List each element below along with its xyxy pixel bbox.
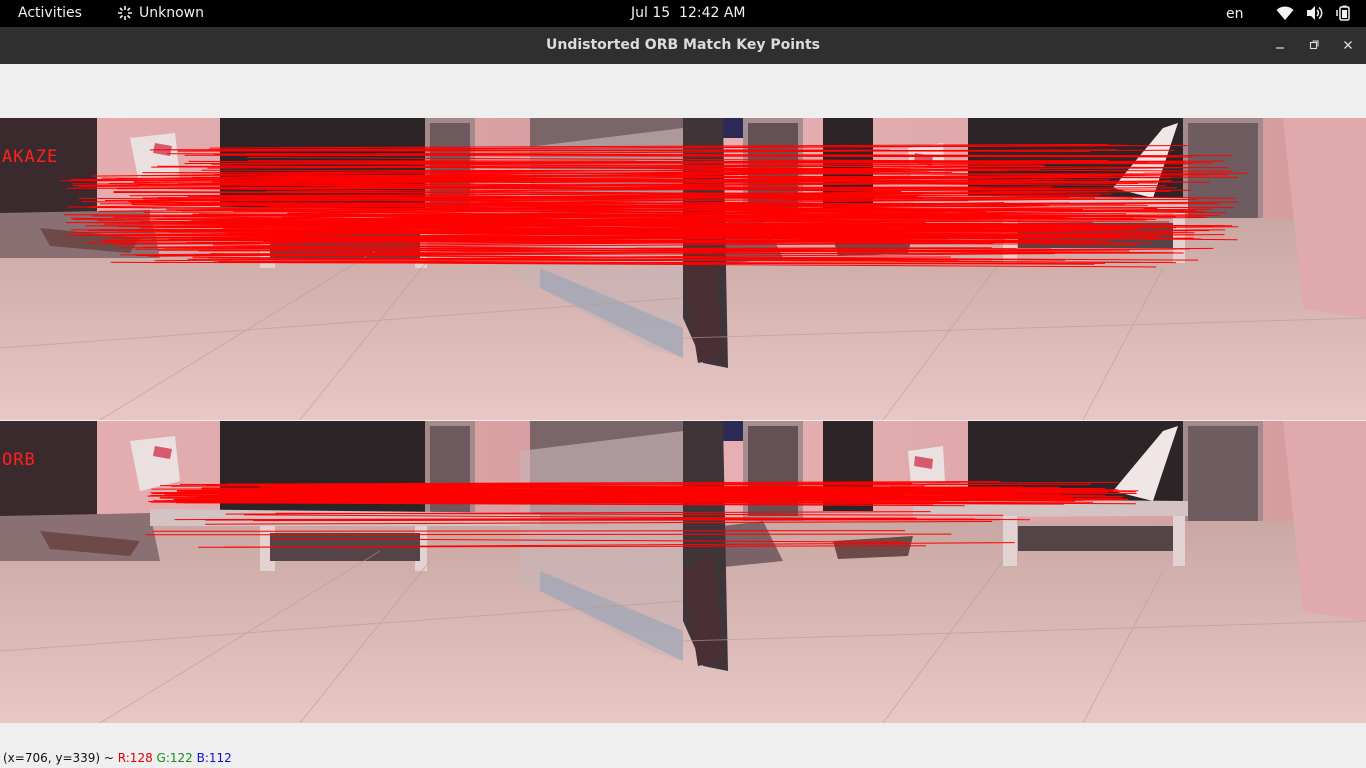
minimize-button[interactable] [1271,36,1289,54]
battery-icon [1336,5,1352,21]
maximize-icon [1309,40,1319,50]
cursor-coords: (x=706, y=339) ~ [3,751,118,765]
app-menu[interactable]: Unknown [117,5,204,21]
blue-value: B:112 [196,751,232,765]
minimize-icon [1276,47,1284,49]
app-icon [117,5,133,21]
window-title: Undistorted ORB Match Key Points [546,37,820,53]
red-value: R:128 [117,751,153,765]
language-indicator[interactable]: en [1226,6,1244,22]
volume-icon [1306,5,1324,21]
orb-label: ORB [2,450,36,470]
activities-button[interactable]: Activities [18,5,82,21]
akaze-label: AKAZE [2,147,59,167]
top-bar: Activities Unknown Jul 15 12:42 AM en [0,0,1366,27]
maximize-button[interactable] [1305,36,1323,54]
wifi-icon [1276,5,1294,21]
green-value: G:122 [156,751,193,765]
clock[interactable]: Jul 15 12:42 AM [631,5,746,21]
close-button[interactable] [1339,36,1357,54]
akaze-right-frame [683,118,1366,420]
akaze-left-frame [0,118,683,420]
orb-right-frame [683,421,1366,723]
app-name: Unknown [139,5,204,21]
orb-left-frame [0,421,683,723]
close-icon [1344,41,1352,49]
pixel-info-statusbar: (x=706, y=339) ~ R:128 G:122 B:112 [3,751,232,765]
match-image[interactable]: AKAZE ORB [0,118,1366,723]
system-tray[interactable] [1276,5,1352,21]
window-titlebar[interactable]: Undistorted ORB Match Key Points [0,27,1366,64]
